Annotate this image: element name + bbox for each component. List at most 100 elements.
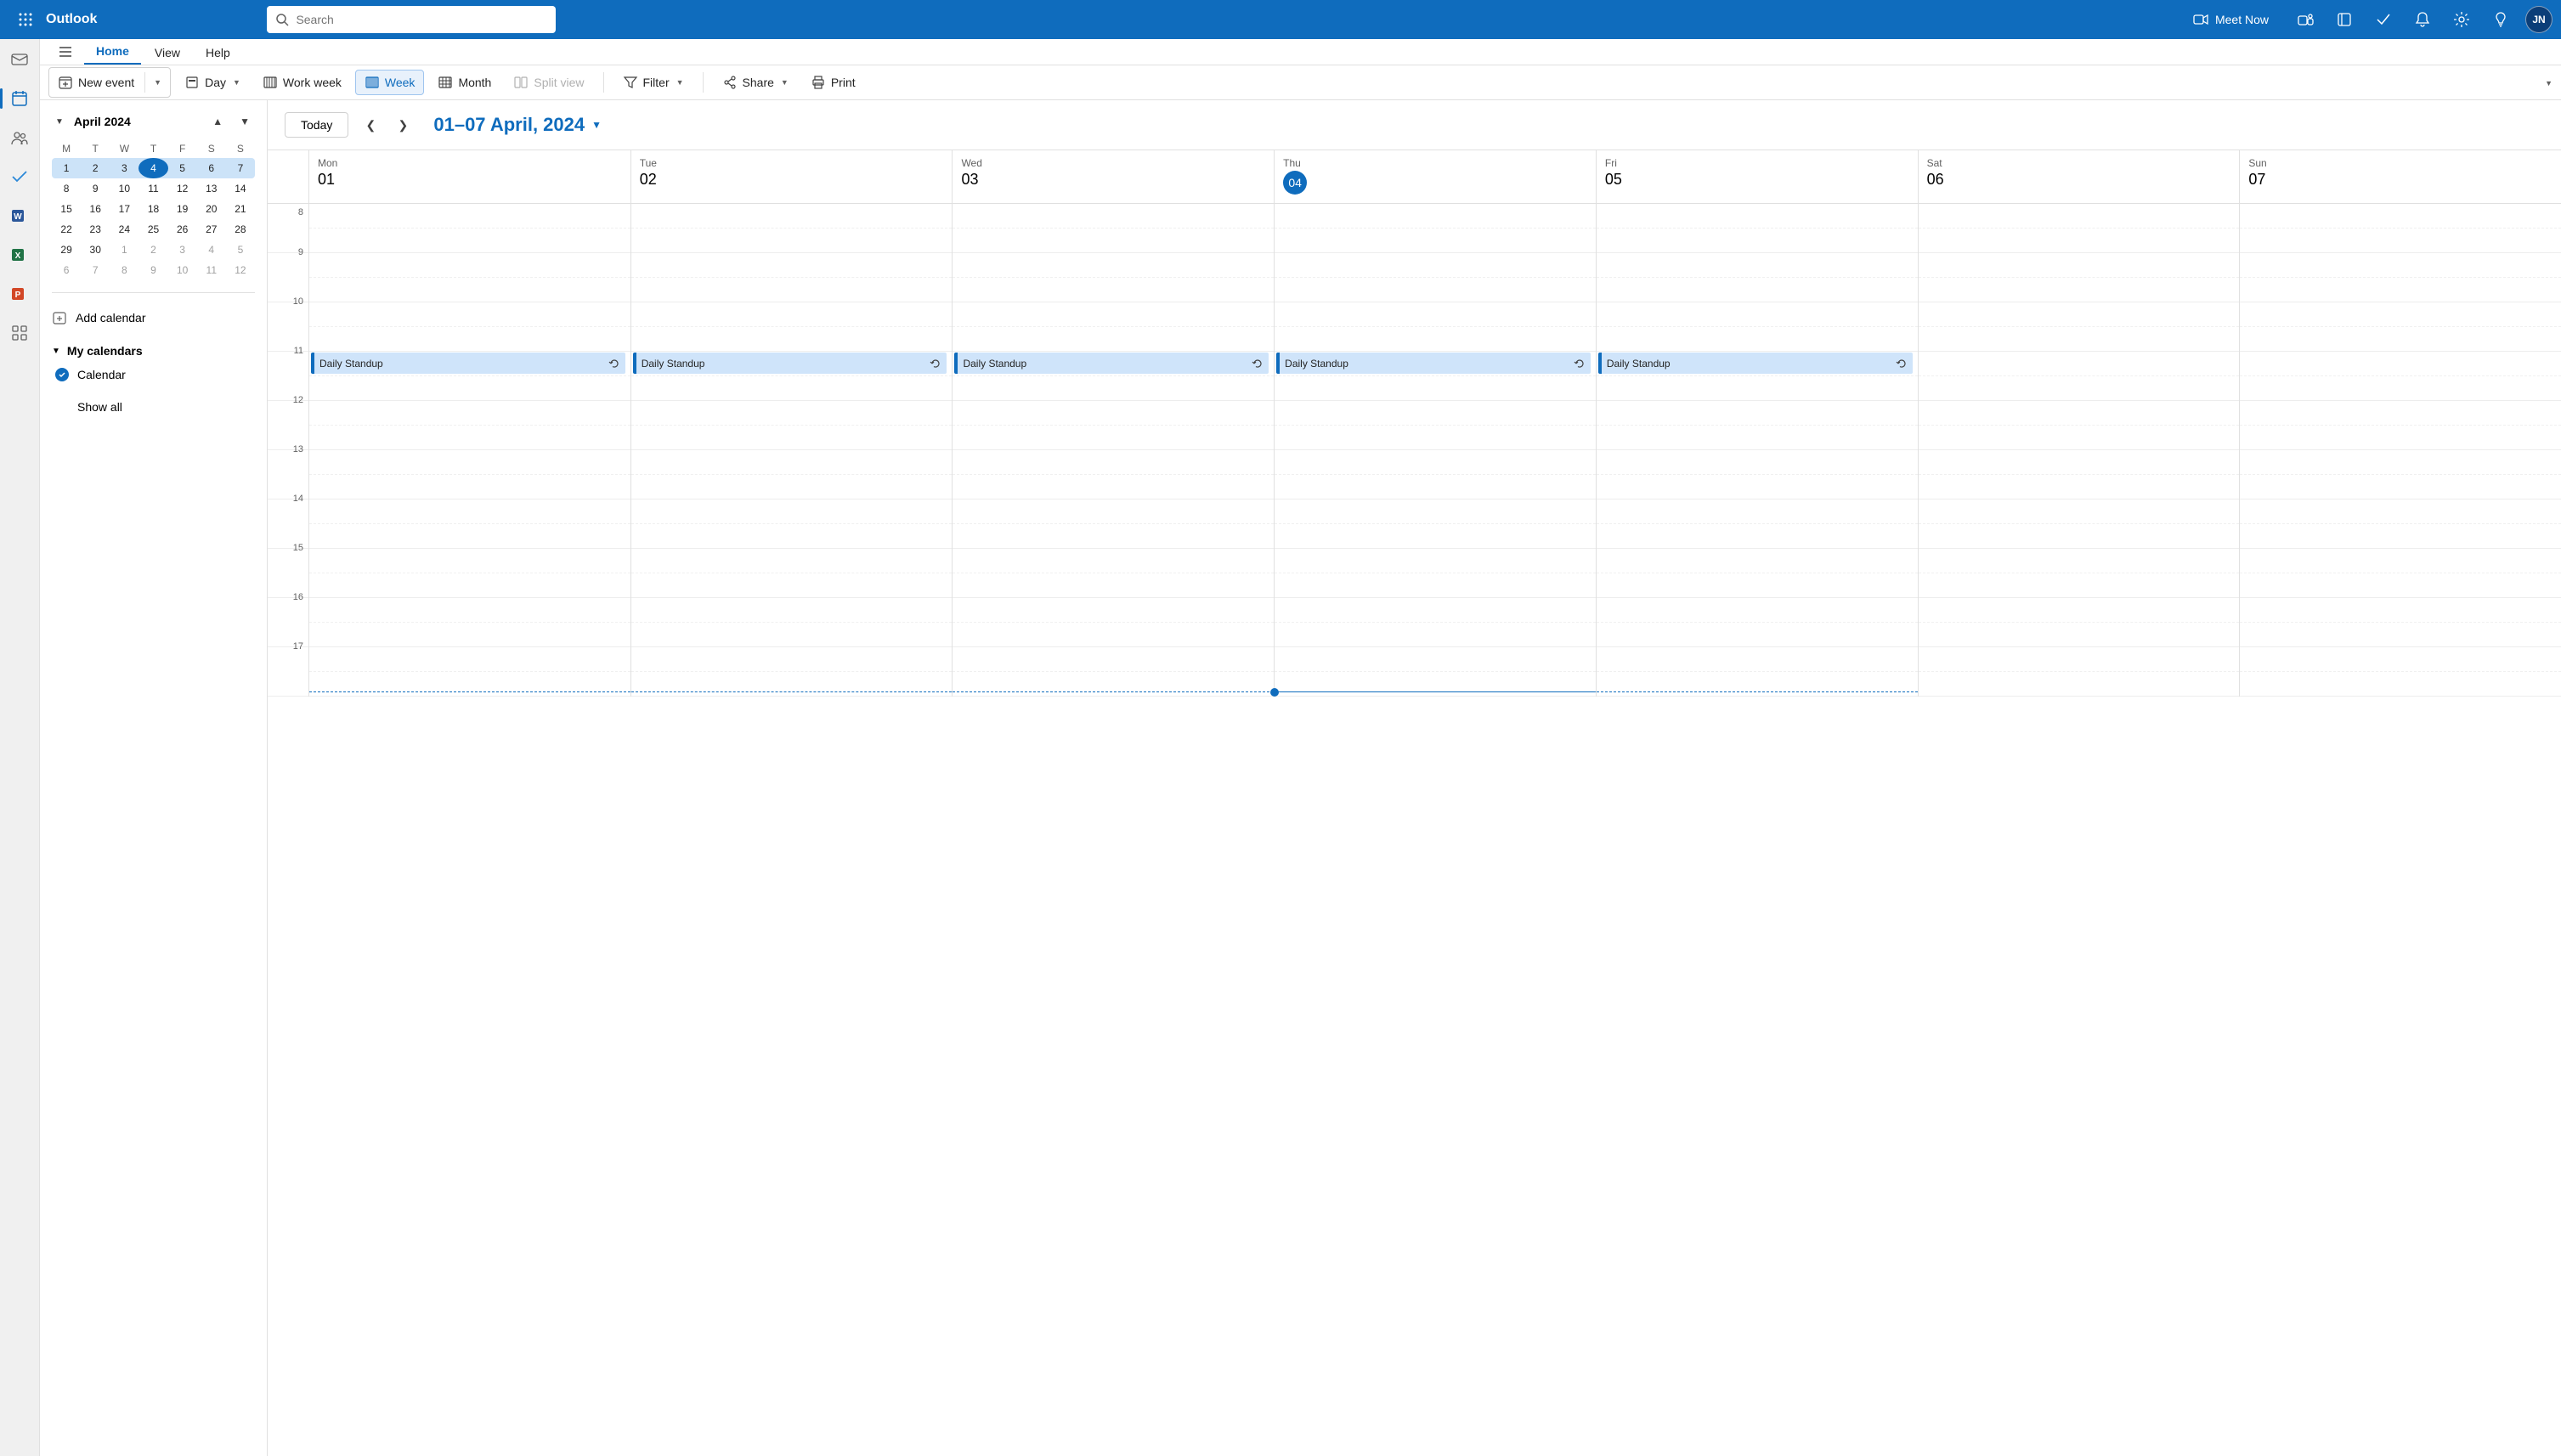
meet-now-button[interactable]: Meet Now [2193, 12, 2269, 27]
calendar-event[interactable]: Daily Standup [633, 353, 947, 374]
mini-day-cell[interactable]: 4 [197, 240, 226, 260]
day-header[interactable]: Thu04 [1274, 150, 1596, 203]
calendar-event[interactable]: Daily Standup [1598, 353, 1913, 374]
tips-icon[interactable] [2481, 0, 2520, 39]
time-slot[interactable] [953, 401, 1274, 450]
mini-day-cell[interactable]: 14 [226, 178, 255, 199]
mini-day-cell[interactable]: 26 [168, 219, 197, 240]
mini-day-cell[interactable]: 18 [139, 199, 167, 219]
my-calendars-section[interactable]: ▼ My calendars [52, 339, 255, 363]
time-slot[interactable] [1919, 598, 2240, 647]
mini-day-cell[interactable]: 11 [139, 178, 167, 199]
day-header[interactable]: Sat06 [1918, 150, 2240, 203]
time-slot[interactable] [1919, 549, 2240, 598]
day-column[interactable]: Daily Standup [308, 204, 630, 697]
mini-day-cell[interactable]: 21 [226, 199, 255, 219]
time-slot[interactable] [1597, 401, 1918, 450]
mini-day-cell[interactable]: 7 [226, 158, 255, 178]
people-rail-icon[interactable] [8, 126, 31, 150]
mini-day-cell[interactable]: 4 [139, 158, 167, 178]
time-slot[interactable] [1597, 647, 1918, 697]
mini-day-cell[interactable]: 9 [81, 178, 110, 199]
mini-day-cell[interactable]: 3 [110, 158, 139, 178]
time-slot[interactable] [631, 204, 953, 253]
time-slot[interactable] [309, 450, 630, 499]
next-week-button[interactable]: ❯ [393, 115, 413, 135]
notifications-icon[interactable] [2403, 0, 2442, 39]
mini-day-cell[interactable]: 28 [226, 219, 255, 240]
time-slot[interactable] [1919, 253, 2240, 302]
date-range-picker[interactable]: 01–07 April, 2024 ▼ [433, 114, 602, 136]
day-header[interactable]: Wed03 [952, 150, 1274, 203]
time-slot[interactable] [631, 549, 953, 598]
settings-icon[interactable] [2442, 0, 2481, 39]
prev-week-button[interactable]: ❮ [360, 115, 381, 135]
time-slot[interactable] [309, 549, 630, 598]
day-column[interactable] [2239, 204, 2561, 697]
mini-day-cell[interactable]: 12 [226, 260, 255, 280]
tab-home[interactable]: Home [84, 39, 141, 65]
time-slot[interactable] [1597, 253, 1918, 302]
mini-day-cell[interactable]: 17 [110, 199, 139, 219]
mini-day-cell[interactable]: 1 [110, 240, 139, 260]
time-slot[interactable] [1597, 204, 1918, 253]
share-button[interactable]: Share ▼ [714, 71, 797, 94]
work-week-button[interactable]: Work week [254, 71, 350, 94]
time-slot[interactable] [1919, 647, 2240, 697]
mini-day-cell[interactable]: 1 [52, 158, 81, 178]
time-slot[interactable] [309, 204, 630, 253]
time-slot[interactable] [2240, 499, 2561, 549]
time-slot[interactable] [1919, 499, 2240, 549]
mail-rail-icon[interactable] [8, 48, 31, 71]
time-slot[interactable] [2240, 204, 2561, 253]
mini-day-cell[interactable]: 16 [81, 199, 110, 219]
time-slot[interactable] [953, 499, 1274, 549]
todo-header-icon[interactable] [2364, 0, 2403, 39]
account-avatar[interactable]: JN [2525, 6, 2553, 33]
search-input[interactable] [296, 13, 547, 26]
time-slot[interactable] [1919, 401, 2240, 450]
time-slot[interactable] [1275, 204, 1596, 253]
app-launcher-button[interactable] [8, 0, 42, 39]
calendar-grid[interactable]: 891011121314151617 Daily StandupDaily St… [268, 204, 2561, 1456]
mini-day-cell[interactable]: 9 [139, 260, 167, 280]
day-view-button[interactable]: Day ▼ [176, 71, 249, 94]
time-slot[interactable] [1275, 499, 1596, 549]
month-view-button[interactable]: Month [429, 71, 500, 94]
time-slot[interactable] [1597, 549, 1918, 598]
time-slot[interactable] [631, 253, 953, 302]
mini-day-cell[interactable]: 19 [168, 199, 197, 219]
time-slot[interactable] [953, 598, 1274, 647]
time-slot[interactable] [631, 450, 953, 499]
time-slot[interactable] [1597, 450, 1918, 499]
day-header[interactable]: Tue02 [630, 150, 953, 203]
mini-day-cell[interactable]: 10 [110, 178, 139, 199]
split-view-button[interactable]: Split view [505, 71, 592, 94]
mini-day-cell[interactable]: 23 [81, 219, 110, 240]
time-slot[interactable] [2240, 352, 2561, 401]
nav-toggle-button[interactable] [48, 39, 82, 65]
ribbon-collapse-button[interactable]: ▼ [2543, 75, 2553, 90]
mini-day-cell[interactable]: 6 [197, 158, 226, 178]
chevron-down-icon[interactable]: ▼ [676, 78, 684, 87]
onenote-icon[interactable] [2325, 0, 2364, 39]
time-slot[interactable] [1275, 302, 1596, 352]
mini-day-cell[interactable]: 8 [110, 260, 139, 280]
mini-day-cell[interactable]: 25 [139, 219, 167, 240]
mini-day-cell[interactable]: 24 [110, 219, 139, 240]
time-slot[interactable] [953, 204, 1274, 253]
time-slot[interactable] [2240, 598, 2561, 647]
time-slot[interactable] [309, 598, 630, 647]
time-slot[interactable] [309, 647, 630, 697]
time-slot[interactable] [953, 647, 1274, 697]
mini-day-cell[interactable]: 2 [139, 240, 167, 260]
time-slot[interactable] [953, 253, 1274, 302]
word-rail-icon[interactable]: W [8, 204, 31, 228]
calendar-event[interactable]: Daily Standup [311, 353, 625, 374]
mini-day-cell[interactable]: 2 [81, 158, 110, 178]
time-slot[interactable] [631, 499, 953, 549]
mini-day-cell[interactable]: 20 [197, 199, 226, 219]
time-slot[interactable] [953, 450, 1274, 499]
tab-view[interactable]: View [143, 41, 192, 65]
mini-day-cell[interactable]: 29 [52, 240, 81, 260]
